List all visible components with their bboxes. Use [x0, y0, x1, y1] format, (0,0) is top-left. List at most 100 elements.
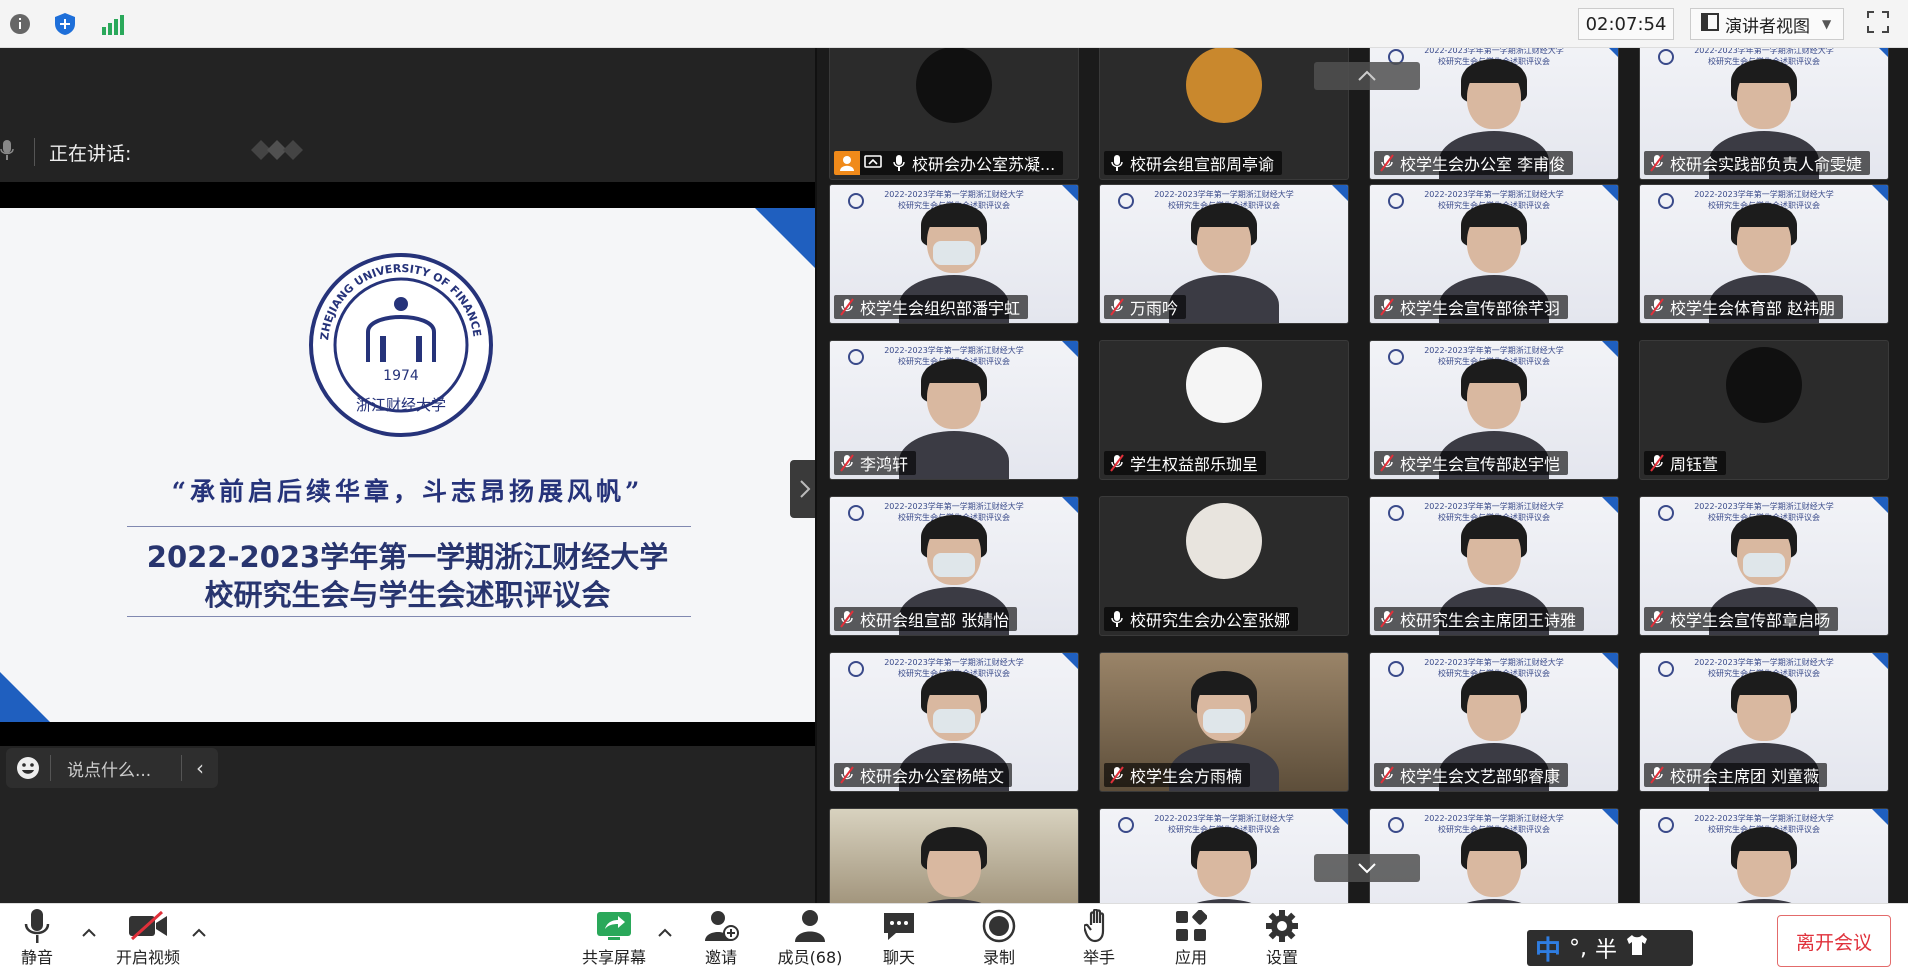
tile-header-line: 2022-2023学年第一学期浙江财经大学 — [1154, 190, 1294, 199]
participant-tile[interactable]: 2022-2023学年第一学期浙江财经大学校研究生会与学生会述职评议会校学生会组… — [829, 184, 1079, 324]
participant-tile[interactable]: 校研究生会办公室张娜 — [1099, 496, 1349, 636]
slide-decoration-corner — [1332, 185, 1348, 201]
participant-tile[interactable]: 学生权益部乐珈呈 — [1099, 340, 1349, 480]
participant-nameplate: 校学生会方雨楠 — [1104, 763, 1251, 787]
chevron-down-icon: ▼ — [1822, 17, 1832, 31]
share-screen-icon — [594, 908, 634, 944]
slide-decoration-corner — [1602, 48, 1618, 57]
start-video-button[interactable]: 开启视频 — [103, 908, 193, 968]
gallery-scroll-down[interactable] — [1314, 854, 1420, 882]
share-options-caret-icon[interactable] — [656, 926, 674, 940]
participant-nameplate: 校学生会办公室 李甫俊 — [1374, 151, 1574, 175]
tile-header-line: 2022-2023学年第一学期浙江财经大学 — [1424, 190, 1564, 199]
participant-tile[interactable]: 2022-2023学年第一学期浙江财经大学校研究生会与学生会述职评议会校学生会宣… — [1369, 340, 1619, 480]
ime-width[interactable]: 半 — [1595, 932, 1617, 964]
mini-logo-icon — [848, 349, 864, 365]
participant-tile[interactable]: 2022-2023学年第一学期浙江财经大学校研究生会与学生会述职评议会李鸿轩 — [829, 340, 1079, 480]
quick-chat-bar[interactable]: 说点什么... ‹ — [6, 748, 218, 788]
participant-tile[interactable] — [829, 808, 1079, 903]
mini-logo-icon — [848, 661, 864, 677]
emoji-icon[interactable] — [6, 756, 50, 780]
participant-nameplate: 校学生会组织部潘宇虹 — [834, 295, 1029, 319]
ime-language[interactable]: 中 — [1535, 930, 1561, 967]
host-badge-icon — [834, 151, 860, 175]
ime-punctuation[interactable]: °, — [1569, 936, 1587, 961]
record-button[interactable]: 录制 — [954, 908, 1044, 968]
view-mode-dropdown[interactable]: 演讲者视图 ▼ — [1690, 8, 1844, 40]
tile-header-line: 2022-2023学年第一学期浙江财经大学 — [1424, 502, 1564, 511]
shirt-skin-icon[interactable] — [1625, 934, 1649, 962]
participant-name: 校学生会方雨楠 — [1130, 767, 1243, 786]
microphone-muted-icon — [834, 295, 860, 319]
microphone-icon — [886, 151, 912, 175]
participant-tile[interactable]: 2022-2023学年第一学期浙江财经大学校研究生会与学生会述职评议会校研究生会… — [1369, 496, 1619, 636]
invite-button[interactable]: 邀请 — [676, 908, 766, 968]
participant-tile[interactable]: 2022-2023学年第一学期浙江财经大学校研究生会与学生会述职评议会校学生会宣… — [1639, 496, 1889, 636]
members-button[interactable]: 成员(68) — [765, 908, 855, 968]
slide-decoration-corner — [0, 672, 50, 722]
logo-year: 1974 — [383, 368, 419, 384]
active-speaker-bar: 正在讲话: — [0, 132, 340, 172]
participant-name: 校研会实践部负责人俞雯婕 — [1670, 155, 1863, 174]
tile-header-line: 2022-2023学年第一学期浙江财经大学 — [884, 658, 1024, 667]
participant-tile[interactable]: 2022-2023学年第一学期浙江财经大学校研究生会与学生会述职评议会校研会组宣… — [829, 496, 1079, 636]
security-shield-icon[interactable] — [51, 10, 79, 38]
chevron-down-icon — [1358, 863, 1376, 874]
mini-logo-icon — [1658, 661, 1674, 677]
participant-tile[interactable]: 2022-2023学年第一学期浙江财经大学校研究生会与学生会述职评议会万雨吟 — [1099, 184, 1349, 324]
slide-decoration-corner — [1602, 809, 1618, 825]
slide-title-line1: 2022-2023学年第一学期浙江财经大学 — [146, 540, 669, 574]
screen-share-icon — [860, 151, 886, 175]
tile-header-line: 2022-2023学年第一学期浙江财经大学 — [1694, 190, 1834, 199]
signal-strength-icon[interactable] — [98, 10, 126, 38]
participant-tile[interactable]: 2022-2023学年第一学期浙江财经大学校研究生会与学生会述职评议会校研会实践… — [1639, 48, 1889, 180]
participant-tile[interactable]: 校研会组宣部周亭谕 — [1099, 48, 1349, 180]
share-screen-button[interactable]: 共享屏幕 — [569, 908, 659, 968]
leave-meeting-button[interactable]: 离开会议 — [1777, 915, 1891, 967]
tile-header-line: 2022-2023学年第一学期浙江财经大学 — [884, 502, 1024, 511]
chat-input[interactable]: 说点什么... — [51, 756, 181, 781]
participant-tile[interactable]: 校研会办公室苏凝... — [829, 48, 1079, 180]
participant-tile[interactable]: 校学生会方雨楠 — [1099, 652, 1349, 792]
microphone-muted-icon — [1644, 607, 1670, 631]
participant-tile[interactable]: 2022-2023学年第一学期浙江财经大学校研究生会与学生会述职评议会校学生会宣… — [1369, 184, 1619, 324]
gallery-scroll-up[interactable] — [1314, 62, 1420, 90]
slide-decoration-corner — [1872, 48, 1888, 57]
mini-logo-icon — [848, 193, 864, 209]
participant-tile[interactable]: 2022-2023学年第一学期浙江财经大学校研究生会与学生会述职评议会校学生会体… — [1639, 184, 1889, 324]
participant-name: 校研会办公室杨皓文 — [860, 767, 1005, 786]
mute-label: 静音 — [20, 948, 53, 967]
participant-tile[interactable]: 2022-2023学年第一学期浙江财经大学校研究生会与学生会述职评议会校研会主席… — [1639, 652, 1889, 792]
tile-header-line: 2022-2023学年第一学期浙江财经大学 — [1424, 48, 1564, 55]
participant-tile[interactable]: 周钰萱 — [1639, 340, 1889, 480]
members-icon — [790, 908, 830, 944]
participant-tile[interactable]: 2022-2023学年第一学期浙江财经大学校研究生会与学生会述职评议会校学生会文… — [1369, 652, 1619, 792]
participant-name: 学生权益部乐珈呈 — [1130, 455, 1259, 474]
chevron-left-icon[interactable]: ‹ — [182, 756, 218, 780]
participant-nameplate: 校研会组宣部周亭谕 — [1104, 151, 1283, 175]
participant-tile[interactable]: 2022-2023学年第一学期浙江财经大学校研究生会与学生会述职评议会 — [1099, 808, 1349, 903]
participant-avatar — [1726, 347, 1802, 423]
microphone-muted-icon — [1104, 763, 1130, 787]
participant-nameplate: 校学生会体育部 赵祎朋 — [1644, 295, 1844, 319]
mini-logo-icon — [1388, 349, 1404, 365]
slide-decoration-corner — [755, 208, 815, 268]
fullscreen-icon[interactable] — [1866, 10, 1894, 38]
audio-options-caret-icon[interactable] — [80, 926, 98, 940]
mute-button[interactable]: 静音 — [0, 908, 82, 968]
input-method-toolbar[interactable]: 中 °, 半 — [1527, 930, 1693, 966]
participant-name: 校研究生会主席团王诗雅 — [1400, 611, 1577, 630]
slide-decoration-corner — [1602, 341, 1618, 357]
participant-tile[interactable]: 2022-2023学年第一学期浙江财经大学校研究生会与学生会述职评议会校研会办公… — [829, 652, 1079, 792]
slide-decoration-corner — [1602, 185, 1618, 201]
settings-button[interactable]: 设置 — [1237, 908, 1327, 968]
chat-button[interactable]: 聊天 — [854, 908, 944, 968]
apps-button[interactable]: 应用 — [1146, 908, 1236, 968]
slide-rule-bottom — [127, 616, 691, 617]
members-label: 成员(68) — [777, 948, 843, 967]
raise-hand-button[interactable]: 举手 — [1054, 908, 1144, 968]
info-icon[interactable] — [6, 10, 34, 38]
participant-video — [899, 827, 1009, 903]
participant-tile[interactable]: 2022-2023学年第一学期浙江财经大学校研究生会与学生会述职评议会 — [1639, 808, 1889, 903]
video-options-caret-icon[interactable] — [190, 926, 208, 940]
